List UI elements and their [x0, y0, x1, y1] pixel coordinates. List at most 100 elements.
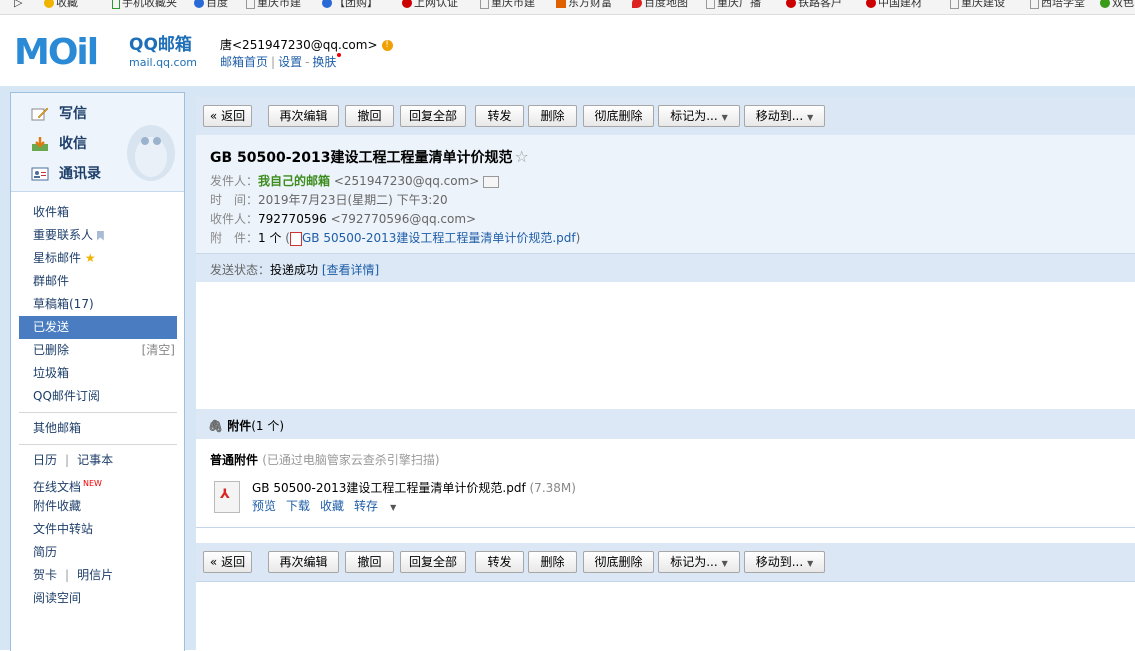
- greeting-card-link[interactable]: 贺卡: [33, 568, 57, 582]
- logo-url: mail.qq.com: [129, 56, 198, 69]
- bookmark-item[interactable]: 收藏: [44, 0, 78, 10]
- notes-link[interactable]: 记事本: [77, 453, 113, 467]
- delete-button[interactable]: 删除: [528, 551, 577, 573]
- bookmark-item[interactable]: 【团购】: [322, 0, 378, 10]
- favorite-link[interactable]: 收藏: [320, 499, 344, 513]
- reply-all-button[interactable]: 回复全部: [400, 105, 466, 127]
- bookmark-item[interactable]: 西培学堂: [1030, 0, 1085, 10]
- folder-group-mail[interactable]: 群邮件: [19, 270, 177, 293]
- bookmarks-toggle[interactable]: ▷: [14, 0, 22, 10]
- delete-forever-button[interactable]: 彻底删除: [583, 551, 654, 573]
- divider: [19, 412, 177, 413]
- reedit-button[interactable]: 再次编辑: [268, 105, 339, 127]
- move-to-dropdown[interactable]: 移动到... ▼: [744, 551, 825, 573]
- qq-mail-logo[interactable]: MOil QQ邮箱 mail.qq.com: [14, 33, 204, 73]
- forward-button[interactable]: 转发: [475, 551, 524, 573]
- postcard-link[interactable]: 明信片: [77, 568, 113, 582]
- toolbar-bottom: « 返回 再次编辑 撤回 回复全部 转发 删除 彻底删除 标记为... ▼ 移动到…: [196, 543, 1135, 582]
- attachment-favorites-link[interactable]: 附件收藏: [19, 495, 177, 518]
- contact-card-icon[interactable]: [483, 175, 500, 188]
- skin-link[interactable]: 换肤: [312, 55, 336, 69]
- recipient-address: <792770596@qq.com>: [330, 212, 477, 226]
- file-transfer-link[interactable]: 文件中转站: [19, 518, 177, 541]
- user-name: 唐<251947230@qq.com>: [220, 38, 378, 52]
- bookmark-item[interactable]: 上网认证: [402, 0, 458, 10]
- folder-deleted[interactable]: 已删除 [清空]: [19, 339, 177, 362]
- status-value: 投递成功: [270, 263, 319, 277]
- delete-button[interactable]: 删除: [528, 105, 577, 127]
- recall-button[interactable]: 撤回: [345, 105, 394, 127]
- calendar-link[interactable]: 日历: [33, 453, 57, 467]
- pdf-file-icon[interactable]: ⅄: [214, 481, 240, 513]
- sender-name[interactable]: 我自己的邮箱: [258, 174, 330, 188]
- mark-as-dropdown[interactable]: 标记为... ▼: [658, 105, 740, 127]
- mark-as-dropdown[interactable]: 标记为... ▼: [658, 551, 740, 573]
- user-links: 邮箱首页 | 设置 - 换肤: [220, 53, 342, 70]
- status-details-link[interactable]: [查看详情]: [322, 263, 379, 277]
- reedit-button[interactable]: 再次编辑: [268, 551, 339, 573]
- alert-icon[interactable]: !: [381, 40, 393, 51]
- attachment-filename[interactable]: GB 50500-2013建设工程工程量清单计价规范.pdf: [252, 481, 526, 495]
- bookmark-item[interactable]: 手机收藏夹: [112, 0, 177, 10]
- preview-link[interactable]: 预览: [252, 499, 276, 513]
- download-link[interactable]: 下载: [286, 499, 310, 513]
- folder-important-contacts[interactable]: 重要联系人: [19, 224, 177, 247]
- page-icon: [246, 0, 255, 9]
- other-mailboxes[interactable]: 其他邮箱: [19, 417, 177, 440]
- toolbar-top: « 返回 再次编辑 撤回 回复全部 转发 删除 彻底删除 标记为... ▼ 移动到…: [196, 97, 1135, 136]
- back-button[interactable]: « 返回: [203, 105, 252, 127]
- contacts-button[interactable]: 通讯录: [31, 163, 101, 183]
- message-subject: GB 50500-2013建设工程工程量清单计价规范 ☆: [210, 147, 529, 166]
- delete-forever-button[interactable]: 彻底删除: [583, 105, 654, 127]
- folder-inbox[interactable]: 收件箱: [19, 201, 177, 224]
- folder-starred[interactable]: 星标邮件 ★: [19, 247, 177, 270]
- bookmark-item[interactable]: 重庆建设: [950, 0, 1005, 10]
- time-row: 时 间：2019年7月23日(星期二) 下午3:20: [210, 193, 448, 207]
- star-toggle-icon[interactable]: ☆: [515, 147, 529, 166]
- home-link[interactable]: 邮箱首页: [220, 55, 268, 69]
- bookmark-item[interactable]: 重庆广播: [706, 0, 761, 10]
- attachment-kind: 普通附件 (已通过电脑管家云查杀引擎扫描): [210, 453, 440, 467]
- bookmark-item[interactable]: 百度: [194, 0, 228, 10]
- bookmark-item[interactable]: 中国建材: [866, 0, 922, 10]
- reading-space-link[interactable]: 阅读空间: [19, 587, 177, 610]
- folder-drafts[interactable]: 草稿箱(17): [19, 293, 177, 316]
- attachment-link[interactable]: GB 50500-2013建设工程工程量清单计价规范.pdf: [302, 231, 576, 245]
- phone-icon: [112, 0, 120, 9]
- bookmark-item[interactable]: 重庆市建: [246, 0, 301, 10]
- folder-sent[interactable]: 已发送: [19, 316, 177, 339]
- attachment-actions: 预览 下载 收藏 转存 ▼: [252, 497, 416, 514]
- paw-icon: [322, 0, 332, 8]
- bookmark-item[interactable]: 东方财富: [556, 0, 612, 10]
- page-icon: [950, 0, 959, 9]
- bookmark-item[interactable]: 百度地图: [632, 0, 688, 10]
- recipient-name[interactable]: 792770596: [258, 212, 327, 226]
- star-icon: ★: [84, 251, 96, 265]
- fortune-icon: [556, 0, 566, 8]
- sidebar: 写信 收信 通讯录 收件箱 重要联系人 星标邮件 ★ 群邮件 草稿箱(17) 已…: [10, 92, 185, 651]
- back-button[interactable]: « 返回: [203, 551, 252, 573]
- forward-button[interactable]: 转发: [475, 105, 524, 127]
- attachments-header: 🖇 附件(1 个): [196, 409, 1135, 439]
- tools-calendar-notes: 日历 | 记事本: [33, 453, 114, 467]
- reply-all-button[interactable]: 回复全部: [400, 551, 466, 573]
- bookmark-item[interactable]: 铁路客户: [786, 0, 842, 10]
- send-time: 2019年7月23日(星期二) 下午3:20: [258, 193, 448, 207]
- move-to-dropdown[interactable]: 移动到... ▼: [744, 105, 825, 127]
- folder-subscriptions[interactable]: QQ邮件订阅: [19, 385, 177, 408]
- settings-link[interactable]: 设置: [278, 55, 302, 69]
- plus-icon: [1100, 0, 1110, 8]
- bookmark-item[interactable]: 重庆市建: [480, 0, 535, 10]
- bookmark-item[interactable]: 双色: [1100, 0, 1134, 10]
- online-docs-link[interactable]: 在线文档 NEW: [19, 472, 177, 495]
- folder-spam[interactable]: 垃圾箱: [19, 362, 177, 385]
- compose-button[interactable]: 写信: [31, 103, 87, 123]
- save-to-dropdown[interactable]: 转存 ▼: [354, 499, 406, 513]
- sender-address: <251947230@qq.com>: [333, 174, 480, 188]
- recall-button[interactable]: 撤回: [345, 551, 394, 573]
- empty-trash-link[interactable]: [清空]: [142, 339, 175, 362]
- globe-icon: [402, 0, 412, 8]
- receive-button[interactable]: 收信: [31, 133, 87, 153]
- delivery-status: 发送状态：投递成功 [查看详情]: [196, 253, 1135, 282]
- resume-link[interactable]: 简历: [19, 541, 177, 564]
